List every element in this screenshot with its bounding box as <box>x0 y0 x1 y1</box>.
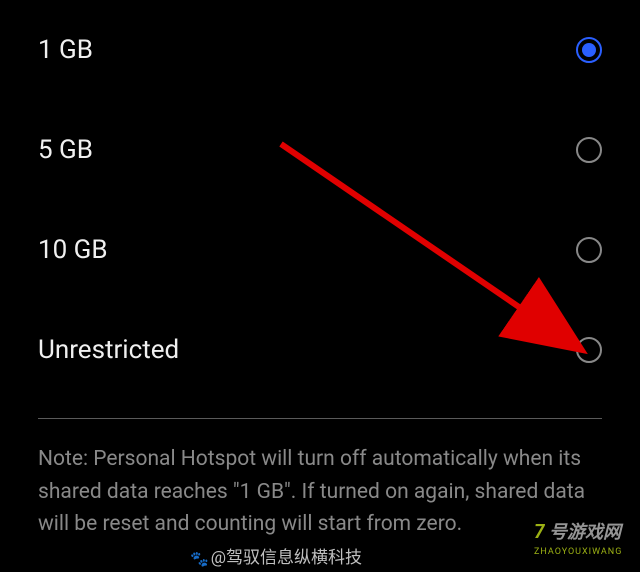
option-10gb[interactable]: 10 GB <box>38 200 602 300</box>
option-5gb[interactable]: 5 GB <box>38 100 602 200</box>
watermark-logo-bottom: ZHAOYOUXIWANG <box>534 547 622 557</box>
paw-icon: 🐾 <box>190 550 209 568</box>
watermark-logo: 7 号游戏网 ZHAOYOUXIWANG <box>532 510 632 564</box>
option-label: 10 GB <box>38 235 108 265</box>
watermark-source: 🐾@驾驭信息纵横科技 <box>190 543 362 568</box>
option-unrestricted[interactable]: Unrestricted <box>38 300 602 400</box>
watermark-logo-top: 7 <box>534 520 546 543</box>
radio-10gb[interactable] <box>576 237 602 263</box>
radio-unrestricted[interactable] <box>576 337 602 363</box>
option-label: Unrestricted <box>38 335 179 365</box>
option-1gb[interactable]: 1 GB <box>38 0 602 100</box>
radio-1gb[interactable] <box>576 37 602 63</box>
option-label: 5 GB <box>38 135 93 165</box>
watermark-logo-top-text: 号游戏网 <box>549 522 624 543</box>
watermark-source-text: @驾驭信息纵横科技 <box>211 548 362 568</box>
data-limit-options: 1 GB 5 GB 10 GB Unrestricted <box>0 0 640 400</box>
radio-5gb[interactable] <box>576 137 602 163</box>
option-label: 1 GB <box>38 35 93 65</box>
